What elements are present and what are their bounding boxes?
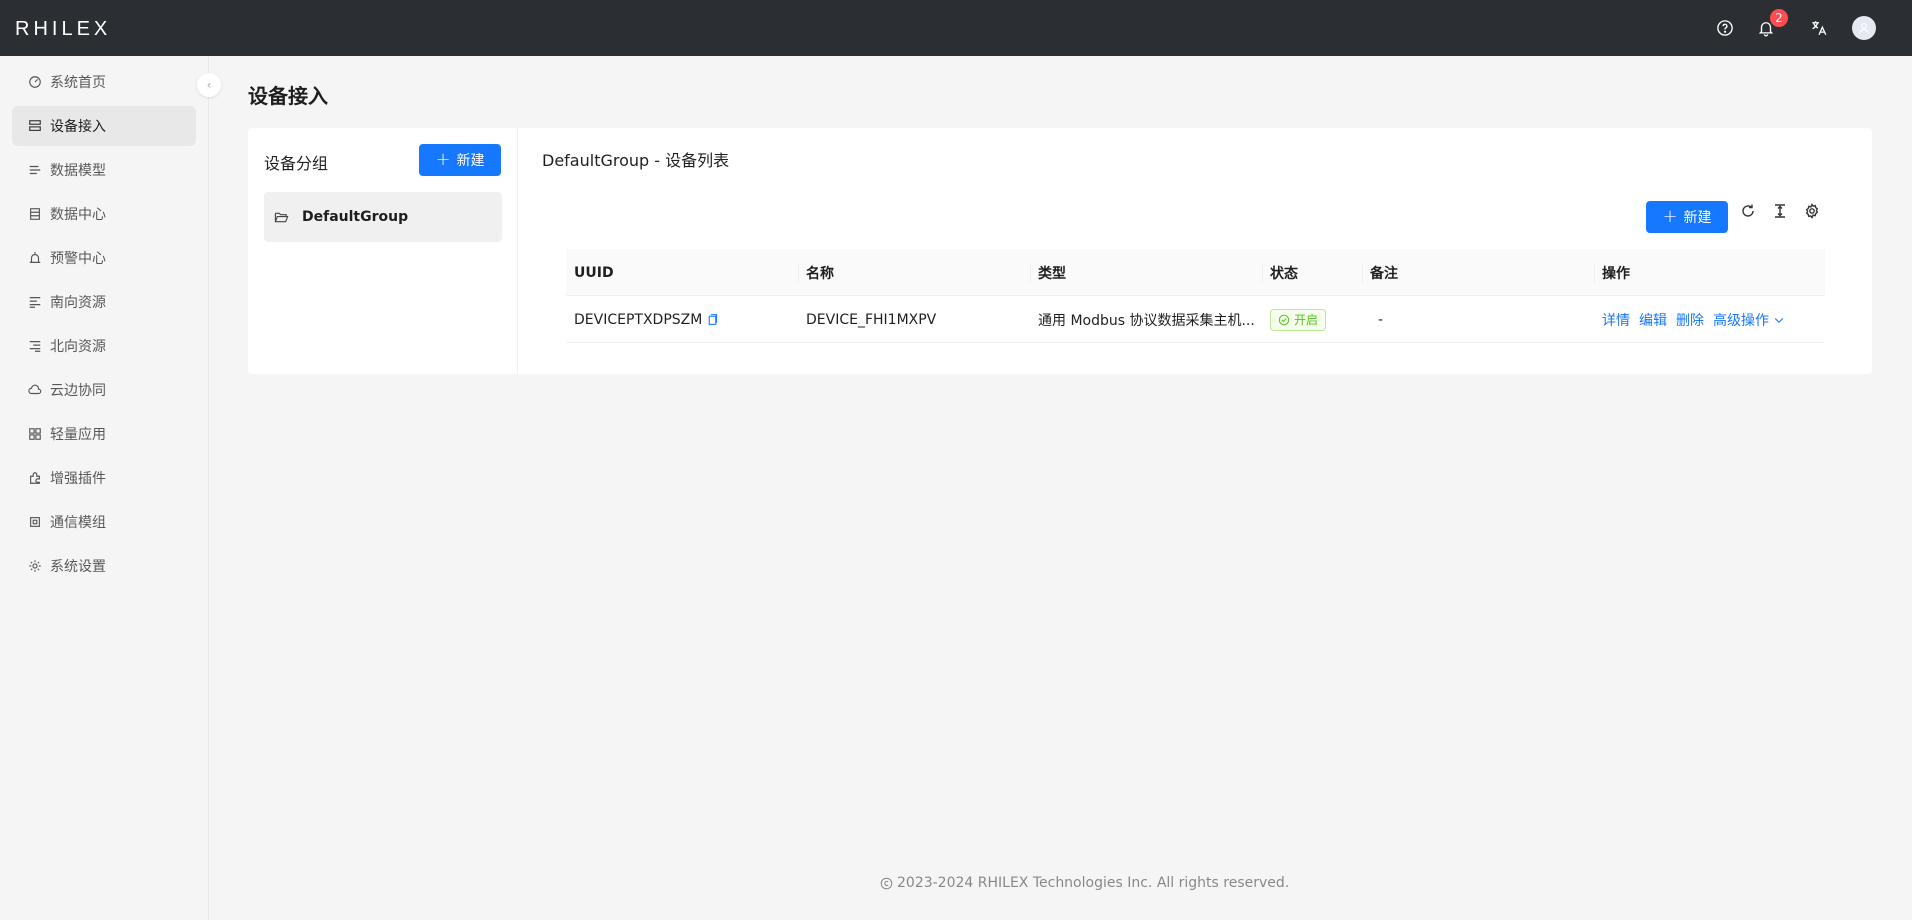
sidebar: 系统首页 设备接入 数据模型 数据中心 预警中心 南向资源 北向资源 云边协同 … — [0, 56, 209, 920]
cell-type: 通用 Modbus 协议数据采集主机... — [1038, 312, 1255, 329]
notification-badge: 2 — [1770, 9, 1788, 27]
column-header-actions: 操作 — [1602, 265, 1630, 282]
column-header-uuid: UUID — [574, 264, 614, 281]
table-row: DEVICEPTXDPSZM DEVICE_FHI1MXPV 通用 Modbus… — [566, 296, 1825, 343]
cell-name: DEVICE_FHI1MXPV — [806, 311, 937, 328]
group-pane: 设备分组 + 新建 DefaultGroup — [248, 128, 518, 374]
sidebar-item-label: 通信模组 — [50, 515, 106, 531]
copyright-icon — [880, 877, 893, 889]
folder-open-icon — [274, 209, 290, 225]
device-table: UUID 名称 类型 状态 备注 操作 DEVICEPTXDPSZM DEVIC… — [566, 249, 1825, 343]
new-device-button[interactable]: + 新建 — [1646, 201, 1728, 233]
translate-icon[interactable] — [1807, 16, 1831, 40]
group-title: 设备分组 — [264, 154, 329, 173]
advanced-actions-dropdown[interactable]: 高级操作 — [1713, 310, 1785, 330]
database-icon — [28, 207, 42, 221]
sidebar-collapse-button[interactable]: ‹ — [197, 73, 221, 97]
device-icon — [28, 119, 42, 133]
column-header-name: 名称 — [806, 265, 834, 282]
copy-icon[interactable] — [706, 313, 719, 326]
plugin-icon — [28, 471, 42, 485]
sidebar-item-label: 数据模型 — [50, 163, 106, 179]
sidebar-item-label: 轻量应用 — [50, 427, 106, 443]
column-header-status: 状态 — [1270, 265, 1298, 282]
chip-icon — [28, 515, 42, 529]
sidebar-item-light-apps[interactable]: 轻量应用 — [12, 414, 196, 454]
sidebar-item-home[interactable]: 系统首页 — [12, 62, 196, 102]
align-right-icon — [28, 339, 42, 353]
sidebar-item-label: 云边协同 — [50, 383, 106, 399]
sidebar-item-device-access[interactable]: 设备接入 — [12, 106, 196, 146]
user-avatar[interactable] — [1852, 16, 1876, 40]
cell-uuid: DEVICEPTXDPSZM — [574, 296, 719, 343]
edit-link[interactable]: 编辑 — [1639, 310, 1667, 330]
cell-actions: 详情 编辑 删除 高级操作 — [1602, 296, 1785, 343]
app-logo[interactable]: RHILEX — [15, 18, 111, 41]
align-left-icon — [28, 295, 42, 309]
plus-icon: + — [435, 149, 451, 170]
density-icon[interactable] — [1769, 200, 1791, 222]
cell-status: 开启 — [1270, 296, 1327, 343]
settings-icon — [28, 559, 42, 573]
sidebar-item-alarm-center[interactable]: 预警中心 — [12, 238, 196, 278]
sidebar-item-cloud-edge[interactable]: 云边协同 — [12, 370, 196, 410]
chevron-down-icon — [1774, 317, 1784, 323]
sidebar-item-data-model[interactable]: 数据模型 — [12, 150, 196, 190]
top-header: RHILEX 2 — [0, 0, 1912, 56]
sidebar-item-plugins[interactable]: 增强插件 — [12, 458, 196, 498]
plus-icon: + — [1662, 206, 1678, 227]
detail-link[interactable]: 详情 — [1602, 310, 1630, 330]
cell-remark: - — [1378, 311, 1384, 328]
sidebar-item-data-center[interactable]: 数据中心 — [12, 194, 196, 234]
table-header: UUID 名称 类型 状态 备注 操作 — [566, 249, 1825, 296]
page-title: 设备接入 — [248, 84, 328, 108]
group-item-defaultgroup[interactable]: DefaultGroup — [264, 192, 502, 242]
column-header-type: 类型 — [1038, 265, 1066, 282]
sidebar-item-label: 数据中心 — [50, 207, 106, 223]
app-icon — [28, 427, 42, 441]
data-model-icon — [28, 163, 42, 177]
sidebar-item-northbound[interactable]: 北向资源 — [12, 326, 196, 366]
sidebar-item-label: 南向资源 — [50, 295, 106, 311]
footer-text: 2023-2024 RHILEX Technologies Inc. All r… — [897, 875, 1290, 891]
refresh-icon[interactable] — [1737, 200, 1759, 222]
sidebar-item-comm-modules[interactable]: 通信模组 — [12, 502, 196, 542]
column-header-remark: 备注 — [1370, 265, 1398, 282]
dashboard-icon — [28, 75, 42, 89]
sidebar-item-label: 增强插件 — [50, 471, 106, 487]
group-item-label: DefaultGroup — [302, 209, 409, 225]
new-group-button[interactable]: + 新建 — [419, 144, 501, 176]
device-access-card: 设备分组 + 新建 DefaultGroup DefaultGroup - 设备… — [248, 128, 1872, 374]
sidebar-item-label: 系统设置 — [50, 559, 106, 575]
settings-icon[interactable] — [1801, 200, 1823, 222]
sidebar-item-label: 设备接入 — [50, 119, 106, 135]
sidebar-item-label: 北向资源 — [50, 339, 106, 355]
help-icon[interactable] — [1713, 16, 1737, 40]
check-circle-icon — [1278, 314, 1290, 325]
sidebar-item-label: 预警中心 — [50, 251, 106, 267]
delete-link[interactable]: 删除 — [1676, 310, 1704, 330]
sidebar-item-label: 系统首页 — [50, 75, 106, 91]
sidebar-item-southbound[interactable]: 南向资源 — [12, 282, 196, 322]
status-badge: 开启 — [1270, 308, 1327, 331]
device-list-title: DefaultGroup - 设备列表 — [542, 151, 730, 170]
footer: 2023-2024 RHILEX Technologies Inc. All r… — [880, 875, 1289, 891]
alarm-icon — [28, 251, 42, 265]
cloud-icon — [28, 383, 42, 397]
sidebar-item-settings[interactable]: 系统设置 — [12, 546, 196, 586]
